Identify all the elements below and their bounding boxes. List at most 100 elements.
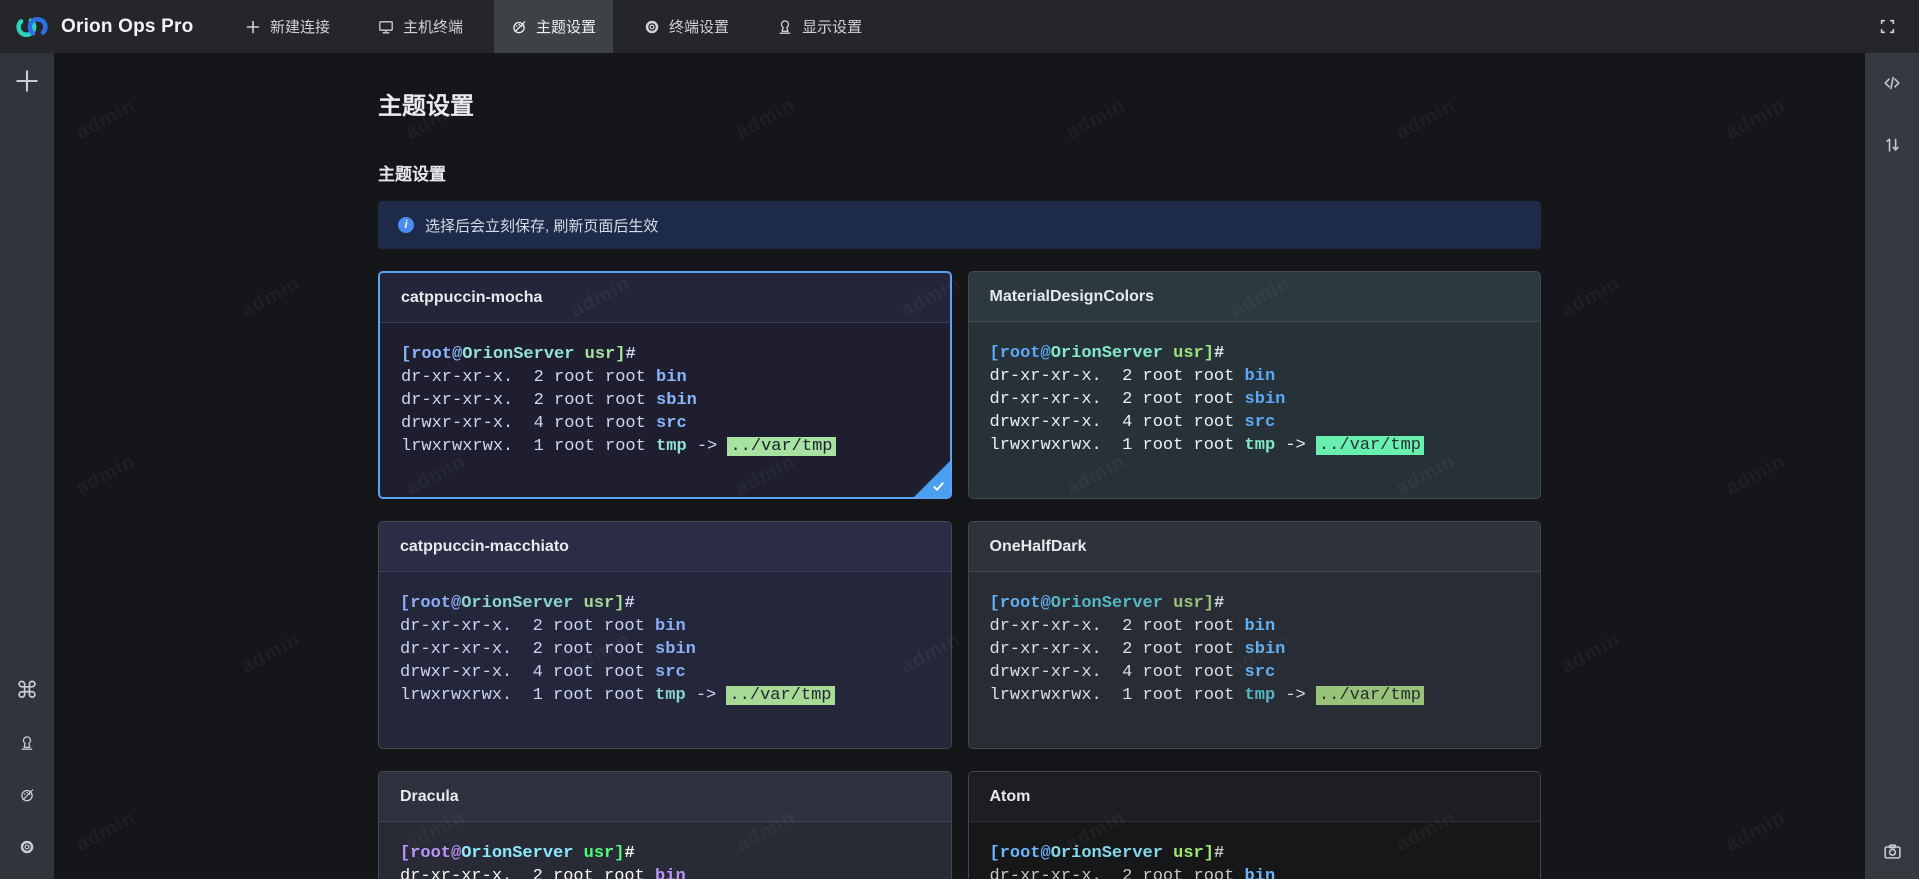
line-height-icon bbox=[1883, 136, 1901, 154]
theme-card-Dracula[interactable]: Dracula[root@OrionServer usr]#dr-xr-xr-x… bbox=[378, 771, 952, 879]
app-logo-icon bbox=[13, 12, 51, 42]
monitor-icon bbox=[378, 19, 394, 35]
prompt-segment: OrionServer bbox=[462, 345, 574, 364]
prompt-segment: [root@ bbox=[400, 844, 461, 863]
theme-card-catppuccin-mocha[interactable]: catppuccin-mocha [root@OrionServer usr]# d… bbox=[378, 271, 952, 499]
prompt-segment: [root@ bbox=[400, 594, 461, 613]
prompt-segment: OrionServer bbox=[1051, 844, 1163, 863]
tab-display-settings[interactable]: 显示设置 bbox=[760, 0, 879, 53]
main-content: 主题设置 主题设置 i 选择后会立刻保存, 刷新页面后生效 catppuccin… bbox=[54, 53, 1865, 879]
navbar-tabs: 新建连接 主机终端 主题设置 终端设置 显示设置 bbox=[228, 0, 893, 53]
prompt-segment: usr] bbox=[573, 594, 624, 613]
prompt-segment: [root@ bbox=[990, 844, 1051, 863]
theme-card-MaterialDesignColors[interactable]: MaterialDesignColors[root@OrionServer us… bbox=[968, 271, 1542, 499]
plus-icon bbox=[15, 69, 39, 93]
terminal-preview: [root@OrionServer usr]#dr-xr-xr-x. 2 roo… bbox=[379, 822, 951, 879]
prompt-segment: OrionServer bbox=[461, 844, 573, 863]
terminal-line: dr-xr-xr-x. 2 root root sbin bbox=[990, 638, 1520, 661]
app-title: Orion Ops Pro bbox=[61, 16, 193, 38]
prompt-segment: usr] bbox=[1163, 344, 1214, 363]
terminal-line: dr-xr-xr-x. 2 root root bin bbox=[400, 865, 930, 879]
watermark-text: admin bbox=[732, 94, 799, 144]
watermark-text: admin bbox=[72, 450, 139, 500]
app-brand[interactable]: Orion Ops Pro bbox=[13, 0, 193, 53]
prompt-segment: # bbox=[1214, 594, 1224, 613]
theme-card-Atom[interactable]: Atom [root@OrionServer usr]# dr-xr-xr-x. 2… bbox=[968, 771, 1542, 879]
theme-card-grid: catppuccin-mocha[root@OrionServer usr]#d… bbox=[378, 271, 1541, 879]
theme-card-OneHalfDark[interactable]: OneHalfDark[root@OrionServer usr]#dr-xr-… bbox=[968, 521, 1542, 749]
symlink-target: ../var/tmp bbox=[727, 437, 835, 456]
tab-terminal-settings[interactable]: 终端设置 bbox=[627, 0, 746, 53]
info-icon: i bbox=[398, 217, 414, 233]
command-icon: ⌘ bbox=[16, 680, 39, 703]
palette-icon bbox=[19, 787, 35, 803]
watermark-text: admin bbox=[1722, 450, 1789, 500]
theme-card-title: catppuccin-mocha bbox=[380, 273, 950, 323]
terminal-line: lrwxrwxrwx. 1 root root tmp -> ../var/tm… bbox=[401, 435, 929, 458]
terminal-line: drwxr-xr-x. 4 root root src bbox=[990, 411, 1520, 434]
plus-icon bbox=[245, 19, 261, 35]
terminal-preview: [root@OrionServer usr]#dr-xr-xr-x. 2 roo… bbox=[969, 322, 1541, 457]
terminal-preview: [root@OrionServer usr]# dr-xr-xr-x. 2 roo… bbox=[969, 822, 1541, 879]
terminal-line: drwxr-xr-x. 4 root root src bbox=[400, 661, 930, 684]
theme-card-title: Dracula bbox=[379, 772, 951, 822]
right-screenshot-button[interactable] bbox=[1865, 831, 1919, 871]
theme-card-title: MaterialDesignColors bbox=[969, 272, 1541, 322]
top-navbar: Orion Ops Pro 新建连接 主机终端 主题设置 终端设置 显示设置 bbox=[0, 0, 1919, 53]
theme-card-catppuccin-macchiato[interactable]: catppuccin-macchiato[root@OrionServer us… bbox=[378, 521, 952, 749]
prompt-segment: usr] bbox=[1163, 594, 1214, 613]
watermark-text: admin bbox=[1722, 94, 1789, 144]
terminal-line: lrwxrwxrwx. 1 root root tmp -> ../var/tm… bbox=[400, 684, 930, 707]
right-sidebar bbox=[1865, 53, 1919, 879]
prompt-segment: usr] bbox=[1163, 844, 1214, 863]
terminal-line: dr-xr-xr-x. 2 root root bin bbox=[990, 365, 1520, 388]
prompt-segment: usr] bbox=[574, 345, 625, 364]
tab-new-connection[interactable]: 新建连接 bbox=[228, 0, 347, 53]
watermark-text: admin bbox=[1557, 628, 1624, 678]
terminal-preview: [root@OrionServer usr]#dr-xr-xr-x. 2 roo… bbox=[969, 572, 1541, 707]
terminal-line: lrwxrwxrwx. 1 root root tmp -> ../var/tm… bbox=[990, 684, 1520, 707]
info-alert: i 选择后会立刻保存, 刷新页面后生效 bbox=[378, 201, 1541, 249]
section-title: 主题设置 bbox=[378, 160, 446, 185]
prompt-segment: # bbox=[1214, 844, 1224, 863]
left-add-tab-button[interactable] bbox=[0, 61, 54, 101]
watermark-text: admin bbox=[72, 94, 139, 144]
tab-label: 主机终端 bbox=[403, 16, 463, 37]
terminal-line: drwxr-xr-x. 4 root root src bbox=[990, 661, 1520, 684]
tab-host-terminal[interactable]: 主机终端 bbox=[361, 0, 480, 53]
right-line-height-button[interactable] bbox=[1865, 125, 1919, 165]
watermark-text: admin bbox=[72, 806, 139, 856]
terminal-line: lrwxrwxrwx. 1 root root tmp -> ../var/tm… bbox=[990, 434, 1520, 457]
prompt-segment: OrionServer bbox=[461, 594, 573, 613]
left-display-button[interactable] bbox=[0, 723, 54, 763]
terminal-line: dr-xr-xr-x. 2 root root sbin bbox=[400, 638, 930, 661]
terminal-line: dr-xr-xr-x. 2 root root bin bbox=[400, 615, 930, 638]
tab-theme-settings[interactable]: 主题设置 bbox=[494, 0, 613, 53]
skin-icon bbox=[777, 19, 793, 35]
prompt-segment: # bbox=[625, 345, 635, 364]
fullscreen-icon[interactable] bbox=[1867, 0, 1907, 53]
gear-icon bbox=[644, 19, 660, 35]
symlink-target: ../var/tmp bbox=[1316, 686, 1424, 705]
prompt-segment: usr] bbox=[573, 844, 624, 863]
left-sidebar: ⌘ bbox=[0, 53, 54, 879]
prompt-segment: [root@ bbox=[990, 344, 1051, 363]
code-icon bbox=[1883, 74, 1901, 92]
theme-card-title: Atom bbox=[969, 772, 1541, 822]
prompt-segment: OrionServer bbox=[1051, 344, 1163, 363]
left-theme-button[interactable] bbox=[0, 775, 54, 815]
tab-label: 新建连接 bbox=[270, 16, 330, 37]
prompt-segment: [root@ bbox=[401, 345, 462, 364]
palette-icon bbox=[511, 19, 527, 35]
terminal-line: dr-xr-xr-x. 2 root root sbin bbox=[401, 389, 929, 412]
terminal-line: dr-xr-xr-x. 2 root root sbin bbox=[990, 388, 1520, 411]
gear-icon bbox=[19, 839, 35, 855]
tab-label: 主题设置 bbox=[536, 16, 596, 37]
left-shortcuts-button[interactable]: ⌘ bbox=[0, 671, 54, 711]
right-code-button[interactable] bbox=[1865, 63, 1919, 103]
check-icon bbox=[931, 479, 946, 494]
terminal-line: dr-xr-xr-x. 2 root root bin bbox=[990, 865, 1520, 879]
left-settings-button[interactable] bbox=[0, 827, 54, 867]
prompt-segment: # bbox=[624, 594, 634, 613]
watermark-text: admin bbox=[1392, 94, 1459, 144]
